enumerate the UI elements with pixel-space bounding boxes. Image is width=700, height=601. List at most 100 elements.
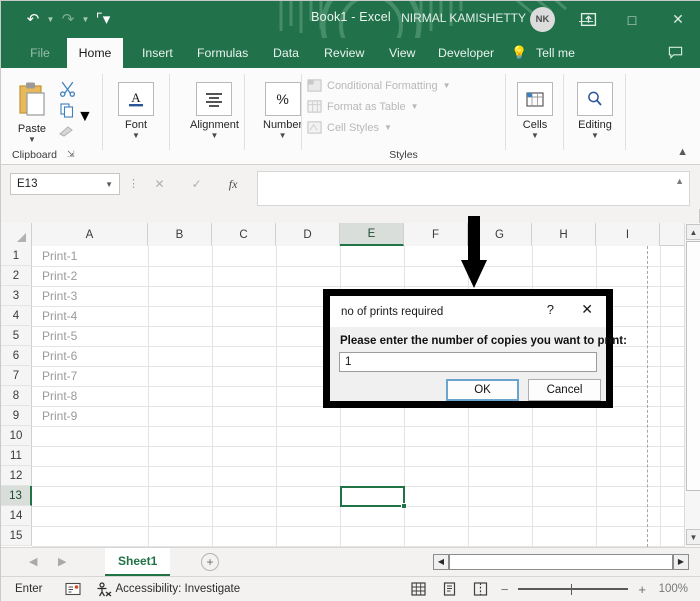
scroll-left-arrow-icon[interactable]: ◀ xyxy=(433,554,449,570)
row-header-10[interactable]: 10 xyxy=(1,426,32,446)
tab-developer[interactable]: Developer xyxy=(427,38,505,68)
minimize-button[interactable]: — xyxy=(563,1,609,38)
editing-dropdown-icon[interactable]: ▼ xyxy=(591,132,599,140)
column-header-D[interactable]: D xyxy=(276,223,340,246)
row-header-12[interactable]: 12 xyxy=(1,466,32,486)
column-header-I[interactable]: I xyxy=(596,223,660,246)
column-header-B[interactable]: B xyxy=(148,223,212,246)
zoom-slider[interactable] xyxy=(518,581,628,597)
sheet-tab-sheet1[interactable]: Sheet1 xyxy=(105,548,170,576)
chevron-down-icon[interactable]: ▼ xyxy=(105,180,113,189)
cell-A2[interactable]: Print-2 xyxy=(32,266,148,286)
row-header-1[interactable]: 1 xyxy=(1,246,32,266)
copies-input[interactable]: 1 xyxy=(339,352,597,372)
comment-icon[interactable] xyxy=(668,45,683,60)
tab-data[interactable]: Data xyxy=(262,38,310,68)
format-painter-icon[interactable] xyxy=(58,123,76,139)
fx-insert-function-icon[interactable]: fx xyxy=(229,177,238,192)
cell-A6[interactable]: Print-6 xyxy=(32,346,148,366)
row-header-15[interactable]: 15 xyxy=(1,526,32,546)
row-header-8[interactable]: 8 xyxy=(1,386,32,406)
cell-styles-item[interactable]: Cell Styles ▼ xyxy=(307,120,392,135)
scroll-up-arrow-icon[interactable]: ▲ xyxy=(686,224,700,240)
row-header-14[interactable]: 14 xyxy=(1,506,32,526)
horizontal-scroll-track[interactable] xyxy=(449,554,673,570)
scroll-right-arrow-icon[interactable]: ▶ xyxy=(673,554,689,570)
row-header-9[interactable]: 9 xyxy=(1,406,32,426)
row-header-2[interactable]: 2 xyxy=(1,266,32,286)
select-all-corner[interactable] xyxy=(1,223,32,246)
cell-A4[interactable]: Print-4 xyxy=(32,306,148,326)
paste-dropdown-icon[interactable]: ▼ xyxy=(28,136,36,144)
number-dropdown-icon[interactable]: ▼ xyxy=(279,132,287,140)
page-layout-view-icon[interactable] xyxy=(439,580,460,598)
paste-button[interactable]: Paste ▼ xyxy=(14,80,50,144)
tab-formulas[interactable]: Formulas xyxy=(186,38,259,68)
formula-bar-grip[interactable]: ⋮ xyxy=(128,177,139,190)
conditional-formatting-item[interactable]: Conditional Formatting ▼ xyxy=(307,78,451,93)
dialog-close-button[interactable]: ✕ xyxy=(581,301,593,318)
fill-handle[interactable] xyxy=(401,503,407,509)
font-button[interactable]: A Font ▼ xyxy=(118,82,154,140)
cell-A3[interactable]: Print-3 xyxy=(32,286,148,306)
cell-A8[interactable]: Print-8 xyxy=(32,386,148,406)
cancel-x-icon[interactable]: ✕ xyxy=(155,177,165,191)
add-sheet-plus-icon[interactable]: + xyxy=(201,553,219,571)
alignment-button[interactable]: Alignment ▼ xyxy=(190,82,239,140)
row-header-5[interactable]: 5 xyxy=(1,326,32,346)
next-sheet-arrow-icon[interactable]: ▶ xyxy=(58,555,66,568)
tab-file[interactable]: File xyxy=(15,38,65,68)
formula-input[interactable]: ▲ xyxy=(257,171,690,206)
editing-button[interactable]: Editing ▼ xyxy=(577,82,613,140)
record-macro-icon[interactable] xyxy=(65,582,81,596)
vertical-scroll-thumb[interactable] xyxy=(686,241,700,491)
tab-review[interactable]: Review xyxy=(313,38,375,68)
name-box[interactable]: E13 ▼ xyxy=(10,173,120,195)
alignment-dropdown-icon[interactable]: ▼ xyxy=(211,132,219,140)
format-as-table-item[interactable]: Format as Table ▼ xyxy=(307,99,419,114)
active-cell-E13[interactable] xyxy=(340,486,405,507)
copy-icon[interactable] xyxy=(59,102,75,118)
row-header-4[interactable]: 4 xyxy=(1,306,32,326)
dialog-launcher-icon[interactable]: ⇲ xyxy=(67,149,75,160)
number-button[interactable]: % Number ▼ xyxy=(263,82,302,140)
cell-A9[interactable]: Print-9 xyxy=(32,406,148,426)
cells-button[interactable]: Cells ▼ xyxy=(517,82,553,140)
column-header-E[interactable]: E xyxy=(340,223,404,246)
cell-A5[interactable]: Print-5 xyxy=(32,326,148,346)
zoom-in-button[interactable]: + xyxy=(638,582,646,597)
column-header-F[interactable]: F xyxy=(404,223,468,246)
tell-me-box[interactable]: Tell me xyxy=(525,38,586,68)
tab-view[interactable]: View xyxy=(378,38,426,68)
cell-A7[interactable]: Print-7 xyxy=(32,366,148,386)
account-name[interactable]: NIRMAL KAMISHETTY xyxy=(401,11,526,25)
scroll-down-arrow-icon[interactable]: ▼ xyxy=(686,529,700,545)
accessibility-status[interactable]: Accessibility: Investigate xyxy=(116,583,241,595)
column-header-A[interactable]: A xyxy=(32,223,148,246)
enter-check-icon[interactable]: ✓ xyxy=(192,177,202,191)
column-header-C[interactable]: C xyxy=(212,223,276,246)
dialog-help-button[interactable]: ? xyxy=(547,302,554,317)
font-dropdown-icon[interactable]: ▼ xyxy=(132,132,140,140)
horizontal-scrollbar[interactable]: ◀ ▶ xyxy=(433,553,689,570)
expand-formula-bar-icon[interactable]: ▲ xyxy=(675,176,684,186)
close-button[interactable]: ✕ xyxy=(655,1,700,38)
accessibility-icon[interactable] xyxy=(95,582,112,597)
ok-button[interactable]: OK xyxy=(446,379,519,401)
cancel-button[interactable]: Cancel xyxy=(528,379,601,401)
scissors-icon[interactable] xyxy=(59,80,76,97)
cell-A1[interactable]: Print-1 xyxy=(32,246,148,266)
row-header-13[interactable]: 13 xyxy=(1,486,32,506)
copy-dropdown-icon[interactable]: ▼ xyxy=(77,108,93,126)
page-break-preview-icon[interactable] xyxy=(470,580,491,598)
zoom-out-button[interactable]: − xyxy=(501,582,509,597)
row-header-7[interactable]: 7 xyxy=(1,366,32,386)
vertical-scrollbar[interactable]: ▲ ▼ xyxy=(684,223,700,547)
tab-home[interactable]: Home xyxy=(67,38,123,68)
column-header-H[interactable]: H xyxy=(532,223,596,246)
maximize-button[interactable]: □ xyxy=(609,1,655,38)
row-header-6[interactable]: 6 xyxy=(1,346,32,366)
row-header-3[interactable]: 3 xyxy=(1,286,32,306)
tab-insert[interactable]: Insert xyxy=(131,38,184,68)
avatar[interactable]: NK xyxy=(530,7,555,32)
